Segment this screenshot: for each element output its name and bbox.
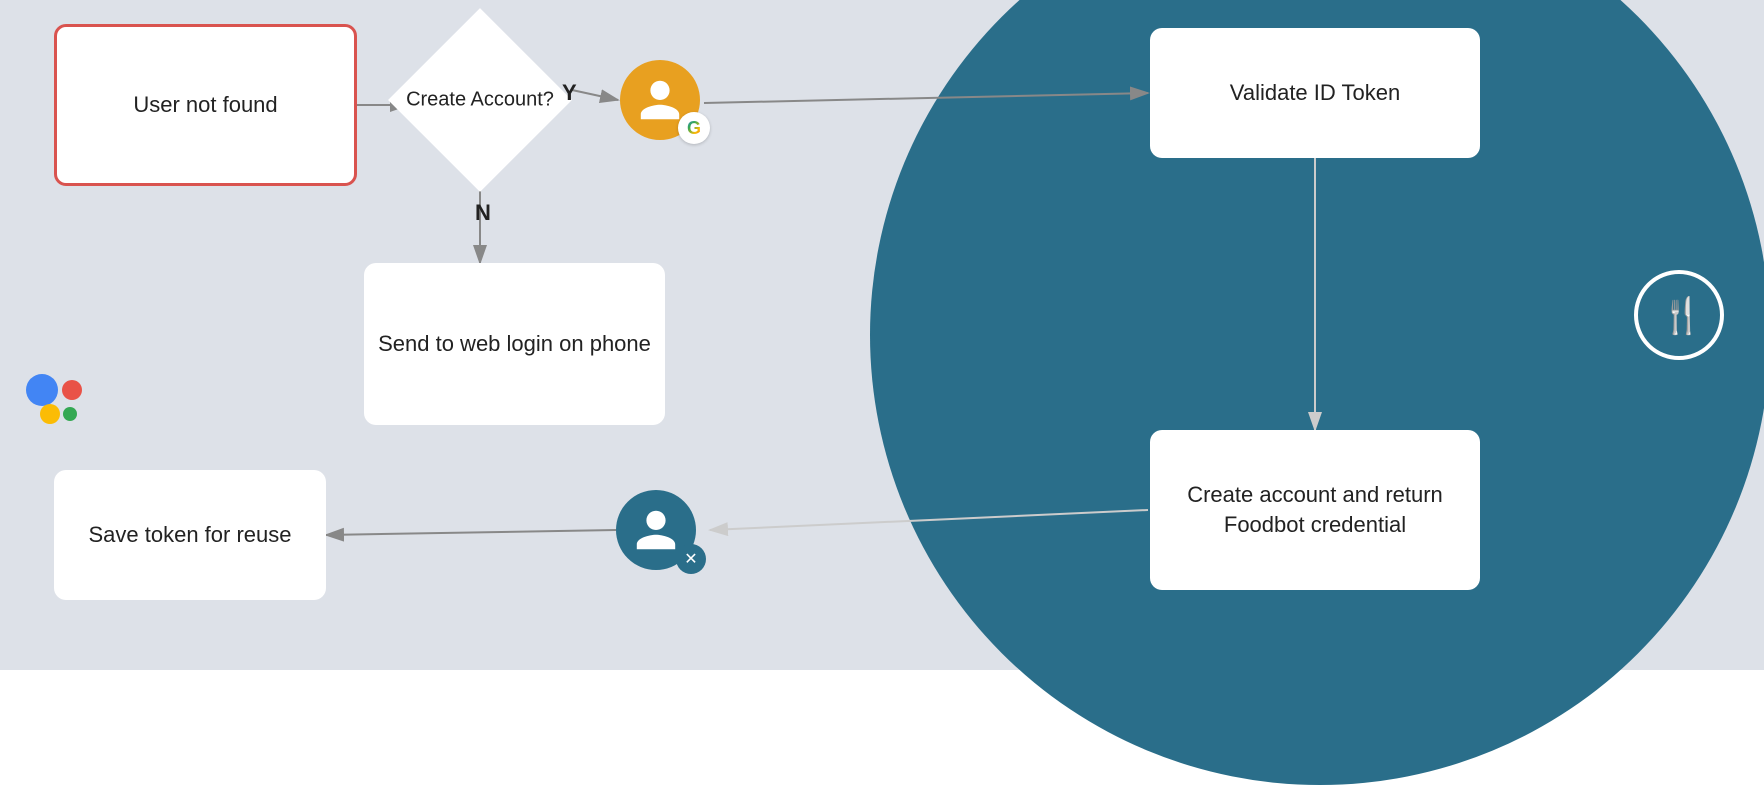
validate-id-label: Validate ID Token bbox=[1230, 78, 1400, 108]
google-g-badge: G bbox=[678, 112, 710, 144]
save-token-label: Save token for reuse bbox=[88, 520, 291, 550]
create-account-label: Create account and return Foodbot creden… bbox=[1150, 480, 1480, 539]
person-silhouette-icon bbox=[636, 76, 684, 124]
node-validate-id-token: Validate ID Token bbox=[1150, 28, 1480, 158]
label-yes: Y bbox=[562, 80, 577, 106]
person-avatar-google: G bbox=[620, 60, 700, 140]
send-to-web-label: Send to web login on phone bbox=[378, 329, 651, 359]
svg-text:🍴: 🍴 bbox=[1660, 296, 1704, 337]
diamond-label: Create Account? bbox=[406, 89, 554, 112]
node-send-to-web: Send to web login on phone bbox=[364, 263, 665, 425]
google-assistant-icon bbox=[20, 360, 100, 440]
person-silhouette-foodbot-icon bbox=[632, 506, 680, 554]
person-avatar-foodbot: ✕ bbox=[616, 490, 696, 570]
foodbot-account-icon: ✕ bbox=[616, 490, 696, 570]
fork-knife-badge: ✕ bbox=[676, 544, 706, 574]
diamond-create-account: Create Account? bbox=[400, 20, 560, 180]
fork-spoon-icon: 🍴 bbox=[1654, 290, 1704, 340]
google-account-icon: G bbox=[620, 60, 700, 140]
user-not-found-label: User not found bbox=[133, 90, 277, 120]
foodbot-right-circle-icon: 🍴 bbox=[1634, 270, 1724, 360]
node-create-account-return: Create account and return Foodbot creden… bbox=[1150, 430, 1480, 590]
label-no: N bbox=[475, 200, 491, 226]
node-user-not-found: User not found bbox=[54, 24, 357, 186]
node-save-token: Save token for reuse bbox=[54, 470, 326, 600]
